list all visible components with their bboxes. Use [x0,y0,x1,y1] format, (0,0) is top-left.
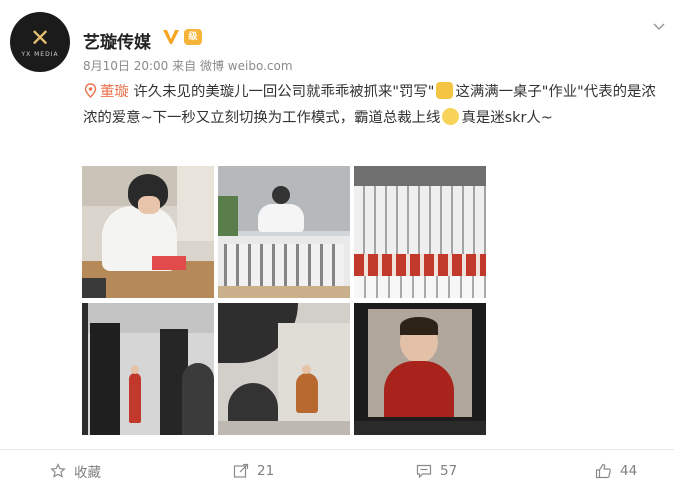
comment-count: 57 [440,463,458,479]
repost-count: 21 [257,463,275,479]
post-source[interactable]: 微博 weibo.com [200,59,293,73]
avatar-logo: ✕ [29,24,51,52]
favorite-button[interactable]: 收藏 [50,450,101,492]
weibo-post: ✕ YX MEDIA 艺璇传媒 级 8月10日 20:00 来自 微博 weib… [0,0,674,494]
verified-v-icon [163,30,179,44]
star-icon [50,463,66,478]
photo-monitor-portrait[interactable] [354,303,486,435]
pencil-emoji-icon [436,82,454,99]
repost-icon [233,463,249,478]
repost-button[interactable]: 21 [233,450,274,492]
favorite-label: 收藏 [74,465,101,481]
photo-table-of-cards[interactable] [354,166,486,298]
photo-office-signing[interactable] [218,166,350,298]
mention-link-icon [84,83,97,98]
account-name[interactable]: 艺璇传媒 [83,28,151,53]
mention-link[interactable]: 董璇 [100,84,129,100]
like-button[interactable]: 44 [595,450,637,492]
post-text-part3: 真是迷skr人~ [461,110,553,126]
post-time[interactable]: 8月10日 20:00 [83,59,168,73]
account-avatar[interactable]: ✕ YX MEDIA [10,12,70,72]
chevron-down-icon[interactable] [652,22,666,32]
comment-icon [416,464,432,479]
like-count: 44 [620,463,638,479]
comment-button[interactable]: 57 [416,450,457,492]
post-meta: 8月10日 20:00 来自 微博 weibo.com [83,57,293,74]
post-source-prefix: 来自 [172,59,197,73]
photo-gallery [82,166,487,436]
thumbs-up-icon [595,463,611,479]
post-action-bar: 收藏 21 57 44 [0,449,674,491]
post-text-part1: 许久未见的美璇儿一回公司就乖乖被抓来"罚写" [133,84,435,100]
photo-studio-shoot[interactable] [82,303,214,435]
avatar-logo-text: YX MEDIA [21,51,59,58]
member-level-icon: 级 [184,29,202,45]
photo-signing-at-desk[interactable] [82,166,214,298]
post-text: 董璇 许久未见的美璇儿一回公司就乖乖被抓来"罚写" 这满满一桌子"作业"代表的是浓… [83,79,669,131]
photo-photographer-umbrella[interactable] [218,303,350,435]
cat-emoji-icon [442,108,460,125]
